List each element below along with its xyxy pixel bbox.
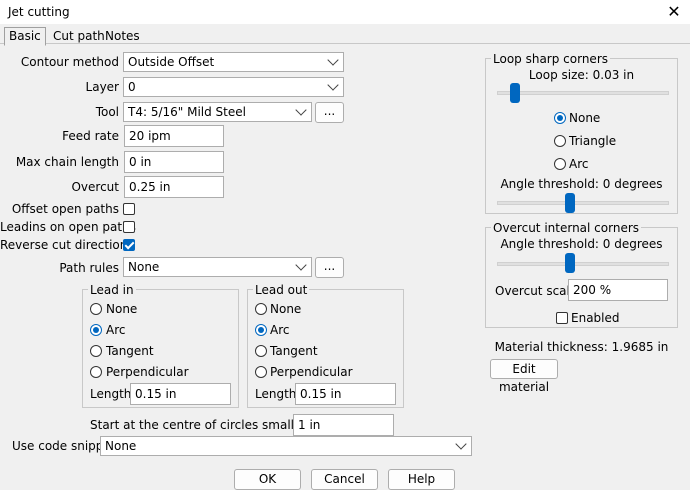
overcut-angle-track xyxy=(497,262,669,266)
reverse-cut-label: Reverse cut direction xyxy=(0,238,128,252)
lead-in-none-radio[interactable] xyxy=(90,303,102,315)
tool-value: T4: 5/16" Mild Steel xyxy=(128,105,246,119)
contour-method-value: Outside Offset xyxy=(128,55,215,69)
loop-size-track xyxy=(497,91,669,95)
overcut-enabled-label: Enabled xyxy=(571,311,620,325)
lead-out-tangent-radio[interactable] xyxy=(255,345,267,357)
reverse-cut-checkbox[interactable] xyxy=(123,239,135,251)
path-rules-label: Path rules xyxy=(59,261,119,275)
loop-corners-title: Loop sharp corners xyxy=(491,52,611,66)
overcut-corners-title: Overcut internal corners xyxy=(491,221,642,235)
path-rules-browse-button[interactable]: ... xyxy=(315,257,344,278)
overcut-angle-label: Angle threshold: 0 degrees xyxy=(500,237,663,251)
tool-label: Tool xyxy=(95,105,119,119)
lead-out-length-label: Length xyxy=(255,387,297,401)
lead-out-tangent-label: Tangent xyxy=(270,344,318,358)
overcut-scale-input[interactable]: 200 % xyxy=(568,279,668,301)
loop-angle-slider[interactable] xyxy=(565,193,576,213)
tab-cut-path[interactable]: Cut path xyxy=(49,28,109,44)
lead-in-length-label: Length xyxy=(90,387,132,401)
overcut-input[interactable]: 0.25 in xyxy=(124,176,224,198)
start-centre-input[interactable]: 1 in xyxy=(293,414,394,436)
leadins-open-paths-checkbox[interactable] xyxy=(123,221,135,233)
loop-triangle-radio[interactable] xyxy=(554,135,566,147)
lead-in-title: Lead in xyxy=(88,283,136,297)
lead-out-arc-radio[interactable] xyxy=(255,324,267,336)
loop-none-radio[interactable] xyxy=(554,112,566,124)
offset-open-paths-label: Offset open paths xyxy=(11,202,119,216)
window-title: Jet cutting xyxy=(8,5,70,19)
lead-in-tangent-radio[interactable] xyxy=(90,345,102,357)
ok-button[interactable]: OK xyxy=(234,469,301,490)
offset-open-paths-checkbox[interactable] xyxy=(123,203,135,215)
tab-notes[interactable]: Notes xyxy=(101,28,144,44)
code-snippet-select[interactable]: None xyxy=(100,436,472,456)
overcut-enabled-checkbox[interactable] xyxy=(556,312,568,324)
lead-out-title: Lead out xyxy=(253,283,310,297)
cancel-button[interactable]: Cancel xyxy=(311,469,378,490)
overcut-angle-slider[interactable] xyxy=(565,253,576,273)
tool-browse-button[interactable]: ... xyxy=(315,102,344,123)
lead-out-perpendicular-label: Perpendicular xyxy=(270,365,353,379)
chevron-down-icon xyxy=(327,79,339,91)
leadins-open-paths-label: Leadins on open paths xyxy=(0,220,136,234)
lead-in-length-input[interactable]: 0.15 in xyxy=(130,383,231,405)
overcut-scale-label: Overcut scale xyxy=(495,284,578,298)
help-button[interactable]: Help xyxy=(388,469,455,490)
chevron-down-icon xyxy=(295,259,307,271)
lead-in-none-label: None xyxy=(106,302,138,316)
chevron-down-icon xyxy=(455,438,467,450)
overcut-label: Overcut xyxy=(71,180,119,194)
material-thickness-label: Material thickness: 1.9685 in xyxy=(494,340,669,354)
feed-rate-label: Feed rate xyxy=(62,129,119,143)
contour-method-select[interactable]: Outside Offset xyxy=(123,52,344,72)
loop-arc-label: Arc xyxy=(569,157,589,171)
lead-in-arc-radio[interactable] xyxy=(90,324,102,336)
contour-method-label: Contour method xyxy=(20,55,119,69)
loop-size-slider[interactable] xyxy=(509,83,520,103)
max-chain-length-label: Max chain length xyxy=(15,155,119,169)
code-snippet-value: None xyxy=(105,439,137,453)
feed-rate-input[interactable]: 20 ipm xyxy=(124,125,224,147)
path-rules-select[interactable]: None xyxy=(123,257,312,277)
lead-out-none-radio[interactable] xyxy=(255,303,267,315)
lead-in-tangent-label: Tangent xyxy=(106,344,154,358)
title-bar xyxy=(0,0,690,24)
path-rules-value: None xyxy=(128,260,160,274)
loop-angle-label: Angle threshold: 0 degrees xyxy=(500,177,663,191)
loop-angle-track xyxy=(497,201,669,205)
lead-out-perpendicular-radio[interactable] xyxy=(255,366,267,378)
chevron-down-icon xyxy=(327,54,339,66)
loop-size-label: Loop size: 0.03 in xyxy=(528,68,635,82)
close-icon[interactable]: ✕ xyxy=(664,2,684,22)
layer-label: Layer xyxy=(85,80,119,94)
layer-value: 0 xyxy=(128,80,136,94)
edit-material-button[interactable]: Edit material xyxy=(490,359,558,394)
lead-out-arc-label: Arc xyxy=(270,323,290,337)
loop-arc-radio[interactable] xyxy=(554,158,566,170)
loop-triangle-label: Triangle xyxy=(569,134,617,148)
lead-in-perpendicular-label: Perpendicular xyxy=(106,365,189,379)
max-chain-length-input[interactable]: 0 in xyxy=(124,151,224,173)
lead-out-none-label: None xyxy=(270,302,302,316)
chevron-down-icon xyxy=(295,104,307,116)
tab-basic[interactable]: Basic xyxy=(4,27,46,46)
lead-in-perpendicular-radio[interactable] xyxy=(90,366,102,378)
lead-out-length-input[interactable]: 0.15 in xyxy=(295,383,396,405)
layer-select[interactable]: 0 xyxy=(123,77,344,97)
tool-select[interactable]: T4: 5/16" Mild Steel xyxy=(123,102,312,122)
loop-none-label: None xyxy=(569,111,601,125)
lead-in-arc-label: Arc xyxy=(106,323,126,337)
